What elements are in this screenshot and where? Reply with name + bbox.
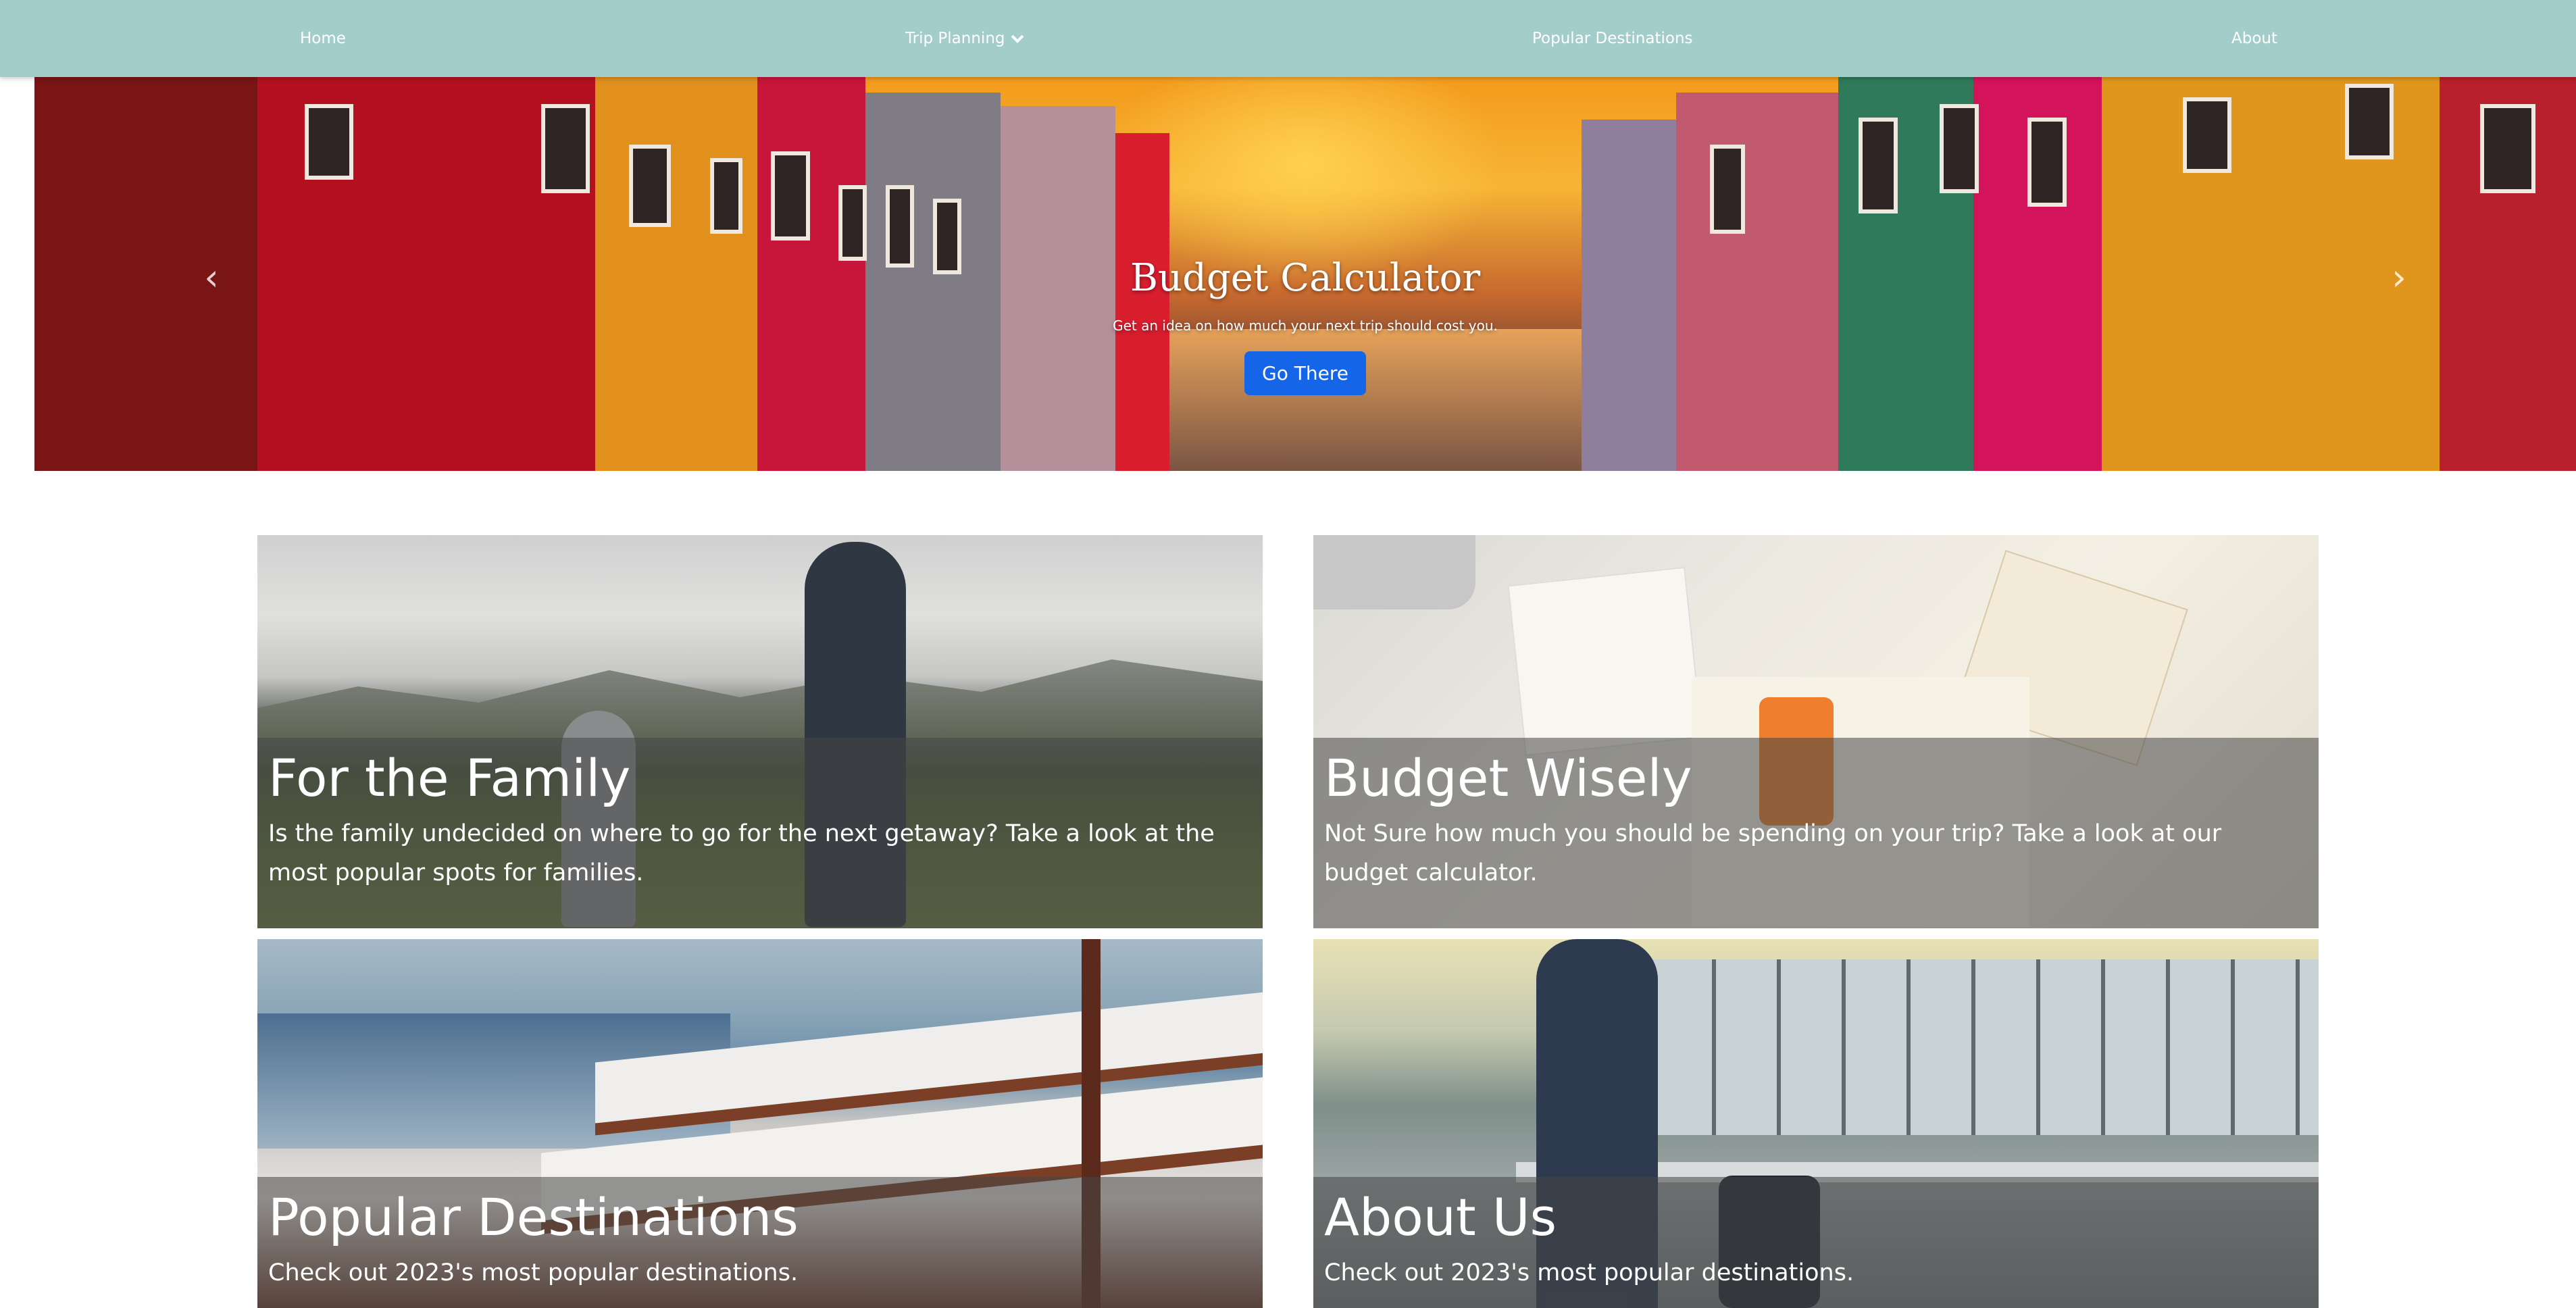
chevron-down-icon: [1011, 30, 1024, 47]
nav-home-label: Home: [300, 30, 346, 47]
carousel-caption: Budget Calculator Get an idea on how muc…: [34, 259, 2576, 395]
card-popular[interactable]: Popular Destinations Check out 2023's mo…: [257, 939, 1263, 1308]
card-family-title: For the Family: [268, 748, 631, 808]
card-budget-title: Budget Wisely: [1324, 748, 1692, 808]
hero-carousel: ‹ › Budget Calculator Get an idea on how…: [34, 77, 2576, 471]
navbar: Home Trip Planning Popular Destinations …: [0, 0, 2576, 77]
nav-about[interactable]: About: [2231, 0, 2277, 77]
card-about[interactable]: About Us Check out 2023's most popular d…: [1313, 939, 2319, 1308]
go-there-button[interactable]: Go There: [1244, 351, 1366, 395]
card-budget-text: Not Sure how much you should be spending…: [1324, 820, 2222, 886]
nav-popular-destinations-label: Popular Destinations: [1532, 30, 1693, 47]
card-about-title: About Us: [1324, 1187, 1557, 1247]
card-about-overlay: About Us Check out 2023's most popular d…: [1313, 1177, 2319, 1308]
carousel-text: Get an idea on how much your next trip s…: [1113, 318, 1498, 334]
card-popular-text: Check out 2023's most popular destinatio…: [268, 1259, 799, 1286]
nav-popular-destinations[interactable]: Popular Destinations: [1532, 0, 1693, 77]
card-family-overlay: For the Family Is the family undecided o…: [257, 738, 1263, 928]
card-family[interactable]: For the Family Is the family undecided o…: [257, 535, 1263, 928]
card-budget[interactable]: Budget Wisely Not Sure how much you shou…: [1313, 535, 2319, 928]
nav-home[interactable]: Home: [300, 0, 346, 77]
nav-trip-planning-label: Trip Planning: [905, 30, 1005, 47]
carousel-title: Budget Calculator: [1130, 256, 1481, 300]
card-popular-title: Popular Destinations: [268, 1187, 799, 1247]
card-about-text: Check out 2023's most popular destinatio…: [1324, 1259, 1854, 1286]
nav-about-label: About: [2231, 30, 2278, 47]
card-popular-overlay: Popular Destinations Check out 2023's mo…: [257, 1177, 1263, 1308]
card-family-text: Is the family undecided on where to go f…: [268, 820, 1215, 886]
card-budget-overlay: Budget Wisely Not Sure how much you shou…: [1313, 738, 2319, 928]
nav-trip-planning[interactable]: Trip Planning: [905, 0, 1024, 77]
